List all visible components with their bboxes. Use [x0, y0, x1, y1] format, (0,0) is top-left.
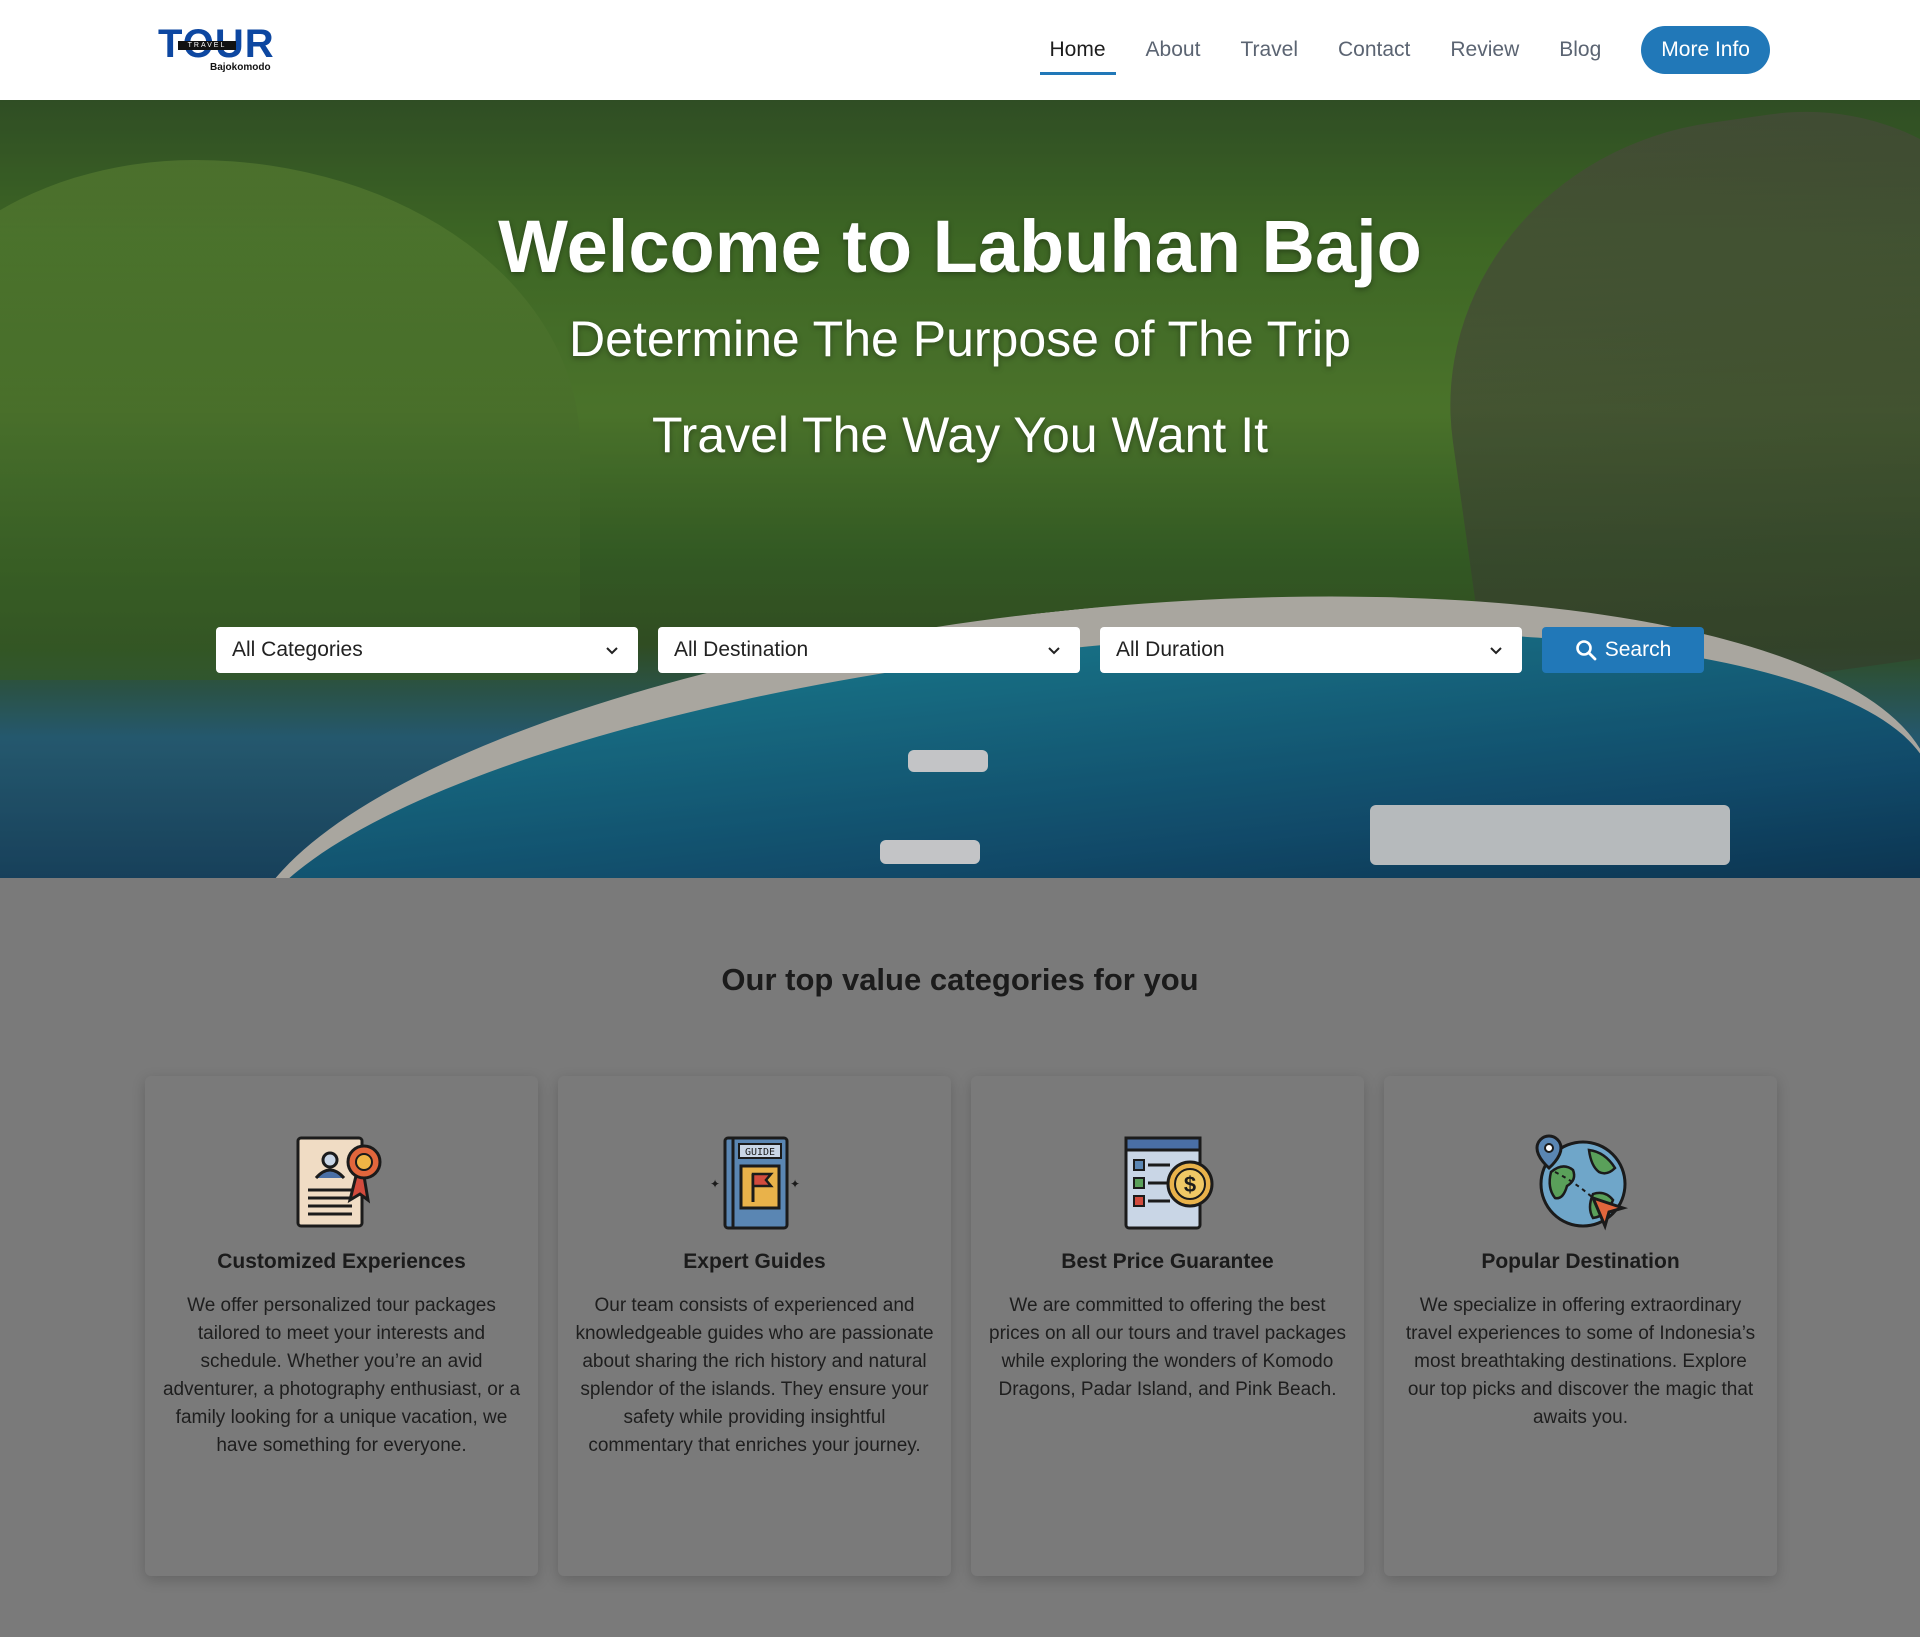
more-info-button[interactable]: More Info [1641, 26, 1770, 74]
search-icon [1575, 640, 1597, 661]
search-bar: All Categories All Destination All Durat… [216, 627, 1704, 673]
card-text: We offer personalized tour packages tail… [162, 1295, 521, 1456]
nav-travel[interactable]: Travel [1220, 25, 1318, 75]
guide-book-icon: GUIDE ✦ ✦ [709, 1136, 800, 1230]
card-title: Popular Destination [1481, 1250, 1680, 1273]
card-title: Customized Experiences [217, 1250, 466, 1273]
destination-select-value: All Destination [674, 638, 809, 661]
hero-subtitle: Determine The Purpose of The Trip [569, 311, 1351, 367]
hero-section: Welcome to Labuhan Bajo Determine The Pu… [0, 100, 1920, 878]
nav-review[interactable]: Review [1430, 25, 1539, 75]
card-text: Our team consists of experienced and kno… [575, 1295, 934, 1456]
categories-select-value: All Categories [232, 638, 363, 661]
navbar: TOUR TRAVEL Bajokomodo Home About Travel… [0, 0, 1920, 100]
hero-tagline: Travel The Way You Want It [651, 407, 1268, 463]
category-cards: Customized Experiences We offer personal… [145, 1076, 1777, 1576]
main-nav: Home About Travel Contact Review Blog Mo… [1030, 0, 1770, 100]
svg-text:✦: ✦ [789, 1177, 799, 1191]
card-text: We specialize in offering extraordinary … [1405, 1295, 1756, 1428]
card-title: Best Price Guarantee [1061, 1250, 1274, 1273]
svg-text:GUIDE: GUIDE [744, 1147, 774, 1158]
svg-text:✦: ✦ [709, 1177, 719, 1191]
section-title: Our top value categories for you [721, 962, 1199, 997]
logo-sub-text: Bajokomodo [210, 62, 271, 73]
categories-select[interactable]: All Categories [216, 627, 638, 673]
chevron-down-icon [1048, 647, 1060, 655]
search-button[interactable]: Search [1542, 627, 1704, 673]
chevron-down-icon [1490, 647, 1502, 655]
card-best-price-guarantee: $ Best Price Guarantee We are committed … [971, 1076, 1364, 1576]
nav-about[interactable]: About [1126, 25, 1221, 75]
nav-home[interactable]: Home [1030, 25, 1126, 75]
hero-title: Welcome to Labuhan Bajo [498, 205, 1422, 288]
price-tag-icon: $ [1124, 1136, 1213, 1230]
destination-select[interactable]: All Destination [658, 627, 1080, 673]
nav-blog[interactable]: Blog [1539, 25, 1621, 75]
svg-text:$: $ [1183, 1172, 1195, 1197]
card-popular-destination: Popular Destination We specialize in off… [1384, 1076, 1777, 1576]
card-title: Expert Guides [683, 1250, 826, 1273]
globe-pin-icon [1534, 1134, 1628, 1231]
brand-logo[interactable]: TOUR TRAVEL Bajokomodo [158, 24, 274, 74]
logo-strip-text: TRAVEL [178, 41, 236, 50]
duration-select-value: All Duration [1116, 638, 1225, 661]
chevron-down-icon [606, 647, 618, 655]
search-button-label: Search [1604, 638, 1672, 661]
card-expert-guides: GUIDE ✦ ✦ Expert Guides Our team consist… [558, 1076, 951, 1576]
card-text: We are committed to offering the best pr… [989, 1295, 1346, 1400]
card-customized-experiences: Customized Experiences We offer personal… [145, 1076, 538, 1576]
certificate-icon [296, 1136, 381, 1228]
duration-select[interactable]: All Duration [1100, 627, 1522, 673]
nav-contact[interactable]: Contact [1318, 25, 1430, 75]
